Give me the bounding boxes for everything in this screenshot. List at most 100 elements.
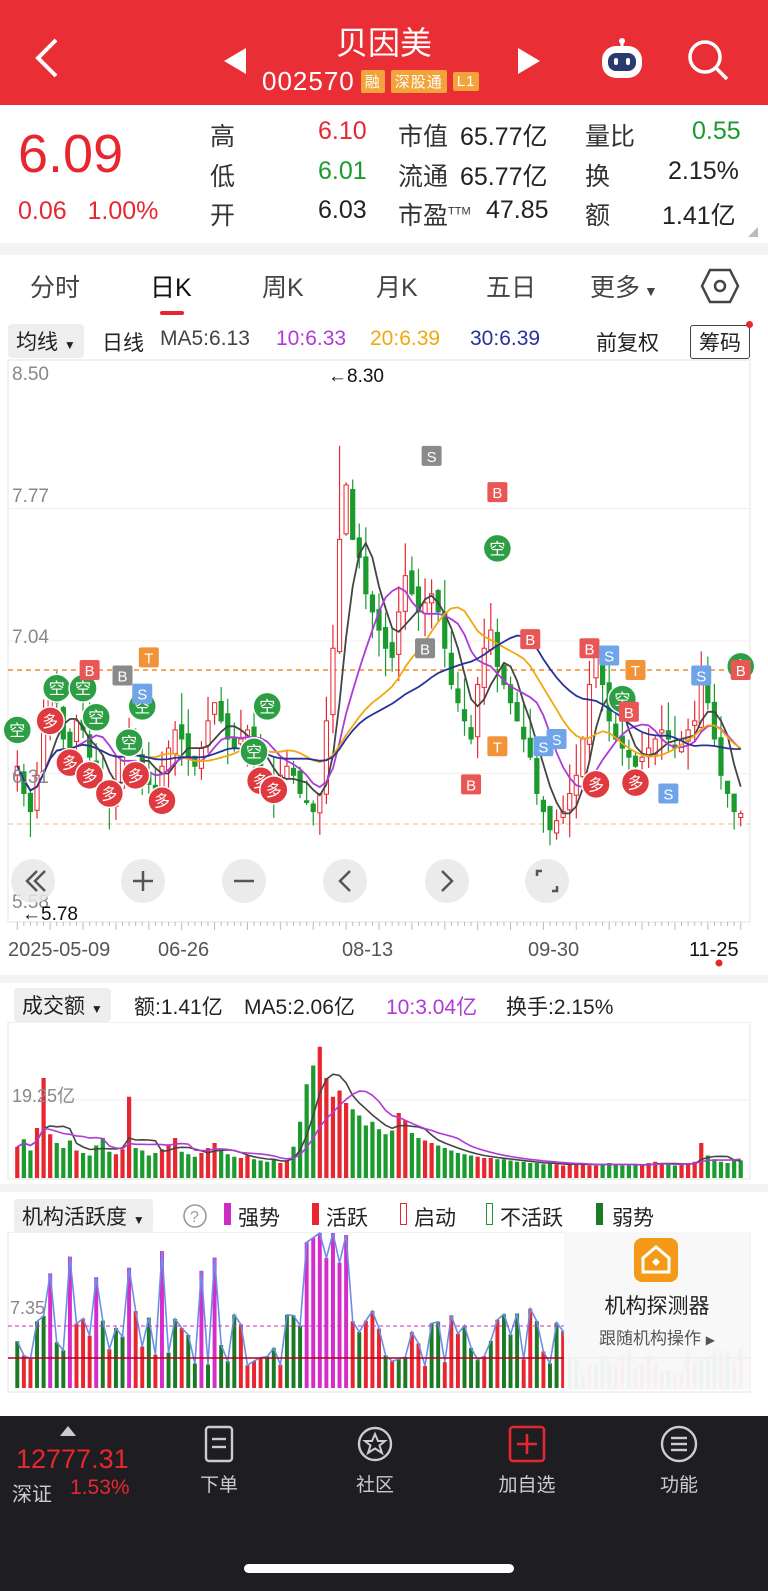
right-icon[interactable] [425,859,469,903]
candle-body [330,647,336,716]
volume-bar [212,1143,217,1178]
volume-dropdown[interactable]: 成交额 ▼ [14,988,111,1022]
volume-bar [732,1160,737,1178]
volume-bar [383,1134,388,1178]
activity-dropdown[interactable]: 机构活跃度 ▼ [14,1199,153,1233]
volume-bar [436,1145,441,1178]
stock-code: 002570 [262,66,355,96]
signal-buy-text: B [736,663,746,680]
volume-bar [468,1155,474,1178]
signal-kong-text: 空 [75,680,91,698]
community-button[interactable]: 社区 [330,1424,420,1497]
activity-bar [423,1366,428,1388]
volume-bar [561,1165,566,1178]
signal-kong-text: 空 [49,680,65,698]
float-label: 流通 [398,163,449,191]
next-stock-icon[interactable] [516,46,542,76]
price-change: 0.06 1.00% [18,197,158,226]
activity-bar [153,1354,158,1388]
volume-bar [409,1133,414,1178]
functions-button[interactable]: 功能 [634,1424,724,1497]
tab-more[interactable]: 更多 ▼ [590,268,658,304]
volume-bar [48,1134,53,1178]
volume-bar [28,1150,33,1178]
max-marker: ←8.30 [328,366,384,387]
activity-bar [100,1320,105,1388]
add-watchlist-icon [508,1425,546,1463]
activity-bar [383,1355,388,1388]
volume-bar [80,1153,86,1178]
chips-button[interactable]: 筹码 [690,325,750,359]
search-icon[interactable] [686,38,730,82]
volume-bar [284,1160,290,1178]
y-label-850: 8.50 [12,364,49,385]
index-value[interactable]: 12777.31 [16,1444,129,1475]
expand-corner-icon[interactable] [748,227,758,237]
signal-kong: 空 [252,691,282,722]
activity-dropdown-label: 机构活跃度 [22,1206,127,1229]
legend-start: 启动 [414,1207,456,1230]
tab-monthly-k[interactable]: 月K [376,268,418,304]
institution-detector-card[interactable]: 机构探测器 跟随机构操作 ▶ [564,1232,750,1390]
activity-bar [28,1358,33,1388]
detector-icon [634,1238,678,1282]
caret-down-icon: ▼ [63,338,76,352]
candle-body [297,770,303,794]
zoom-in-icon[interactable] [121,859,165,903]
indicator-dropdown[interactable]: 均线 ▼ [8,324,84,358]
index-name: 深证 [12,1484,52,1506]
volume-bar [140,1150,145,1178]
activity-bar [350,1321,355,1388]
tab-daily-k[interactable]: 日K [150,268,192,304]
volume-bar [159,1149,165,1178]
signal-buy-text: B [85,663,95,680]
signal-t: T [487,736,508,757]
order-button[interactable]: 下单 [174,1424,264,1497]
signal-buy: B [618,701,639,722]
signal-buy-text: B [420,641,430,658]
ma-legend-bar: 均线 ▼ 日线 MA5:6.13 10:6.33 20:6.39 30:6.39… [0,321,768,359]
volume-bar [442,1148,447,1178]
volume-bar [271,1159,276,1178]
volume-bar [370,1121,375,1178]
activity-bar [278,1364,283,1388]
tab-timeshare[interactable]: 分时 [30,268,80,304]
signal-sell: S [658,783,679,804]
signal-buy-text: B [624,705,634,722]
zoom-out-icon[interactable] [222,859,266,903]
high-label: 高 [210,123,236,151]
volume-bar [258,1160,263,1178]
adjust-toggle[interactable]: 前复权 [596,327,659,357]
prev-stock-icon[interactable] [222,46,248,76]
activity-bar [219,1345,224,1388]
volume-bar [363,1125,368,1178]
help-icon[interactable]: ? [182,1203,208,1229]
volume-bar [100,1138,105,1178]
volume-bar [15,1146,20,1178]
left-icon[interactable] [323,859,367,903]
signal-duo-text: 多 [627,775,643,793]
tab-five-day[interactable]: 五日 [486,268,536,304]
caret-up-icon [60,1426,76,1436]
activity-bar [192,1363,197,1388]
kline-chart[interactable]: 空空空空空空空空空空空多多多多多多多多多多BBBBBBBSSSSSSSTTTBB… [0,358,768,968]
volume-bar [593,1165,599,1178]
shrink-icon[interactable] [11,859,55,903]
robot-assistant-icon[interactable] [598,38,646,82]
candle-body [73,720,80,742]
signal-t-text: T [493,739,502,756]
detector-sub-text: 跟随机构操作 [599,1329,702,1348]
signal-kong-text: 空 [9,722,25,740]
float-value: 65.77亿 [460,163,548,191]
volume-bar [580,1164,585,1178]
volume-bar [265,1161,270,1178]
tab-weekly-k[interactable]: 周K [262,268,304,304]
open-label: 开 [210,202,236,230]
fullscreen-icon[interactable] [525,859,569,903]
settings-hexagon-icon[interactable] [700,266,740,306]
volume-bar [54,1143,59,1178]
add-watchlist-button[interactable]: 加自选 [482,1424,572,1497]
volume-bar [534,1163,539,1178]
candle-body [738,812,744,818]
ma5-value: MA5:6.13 [160,327,250,350]
